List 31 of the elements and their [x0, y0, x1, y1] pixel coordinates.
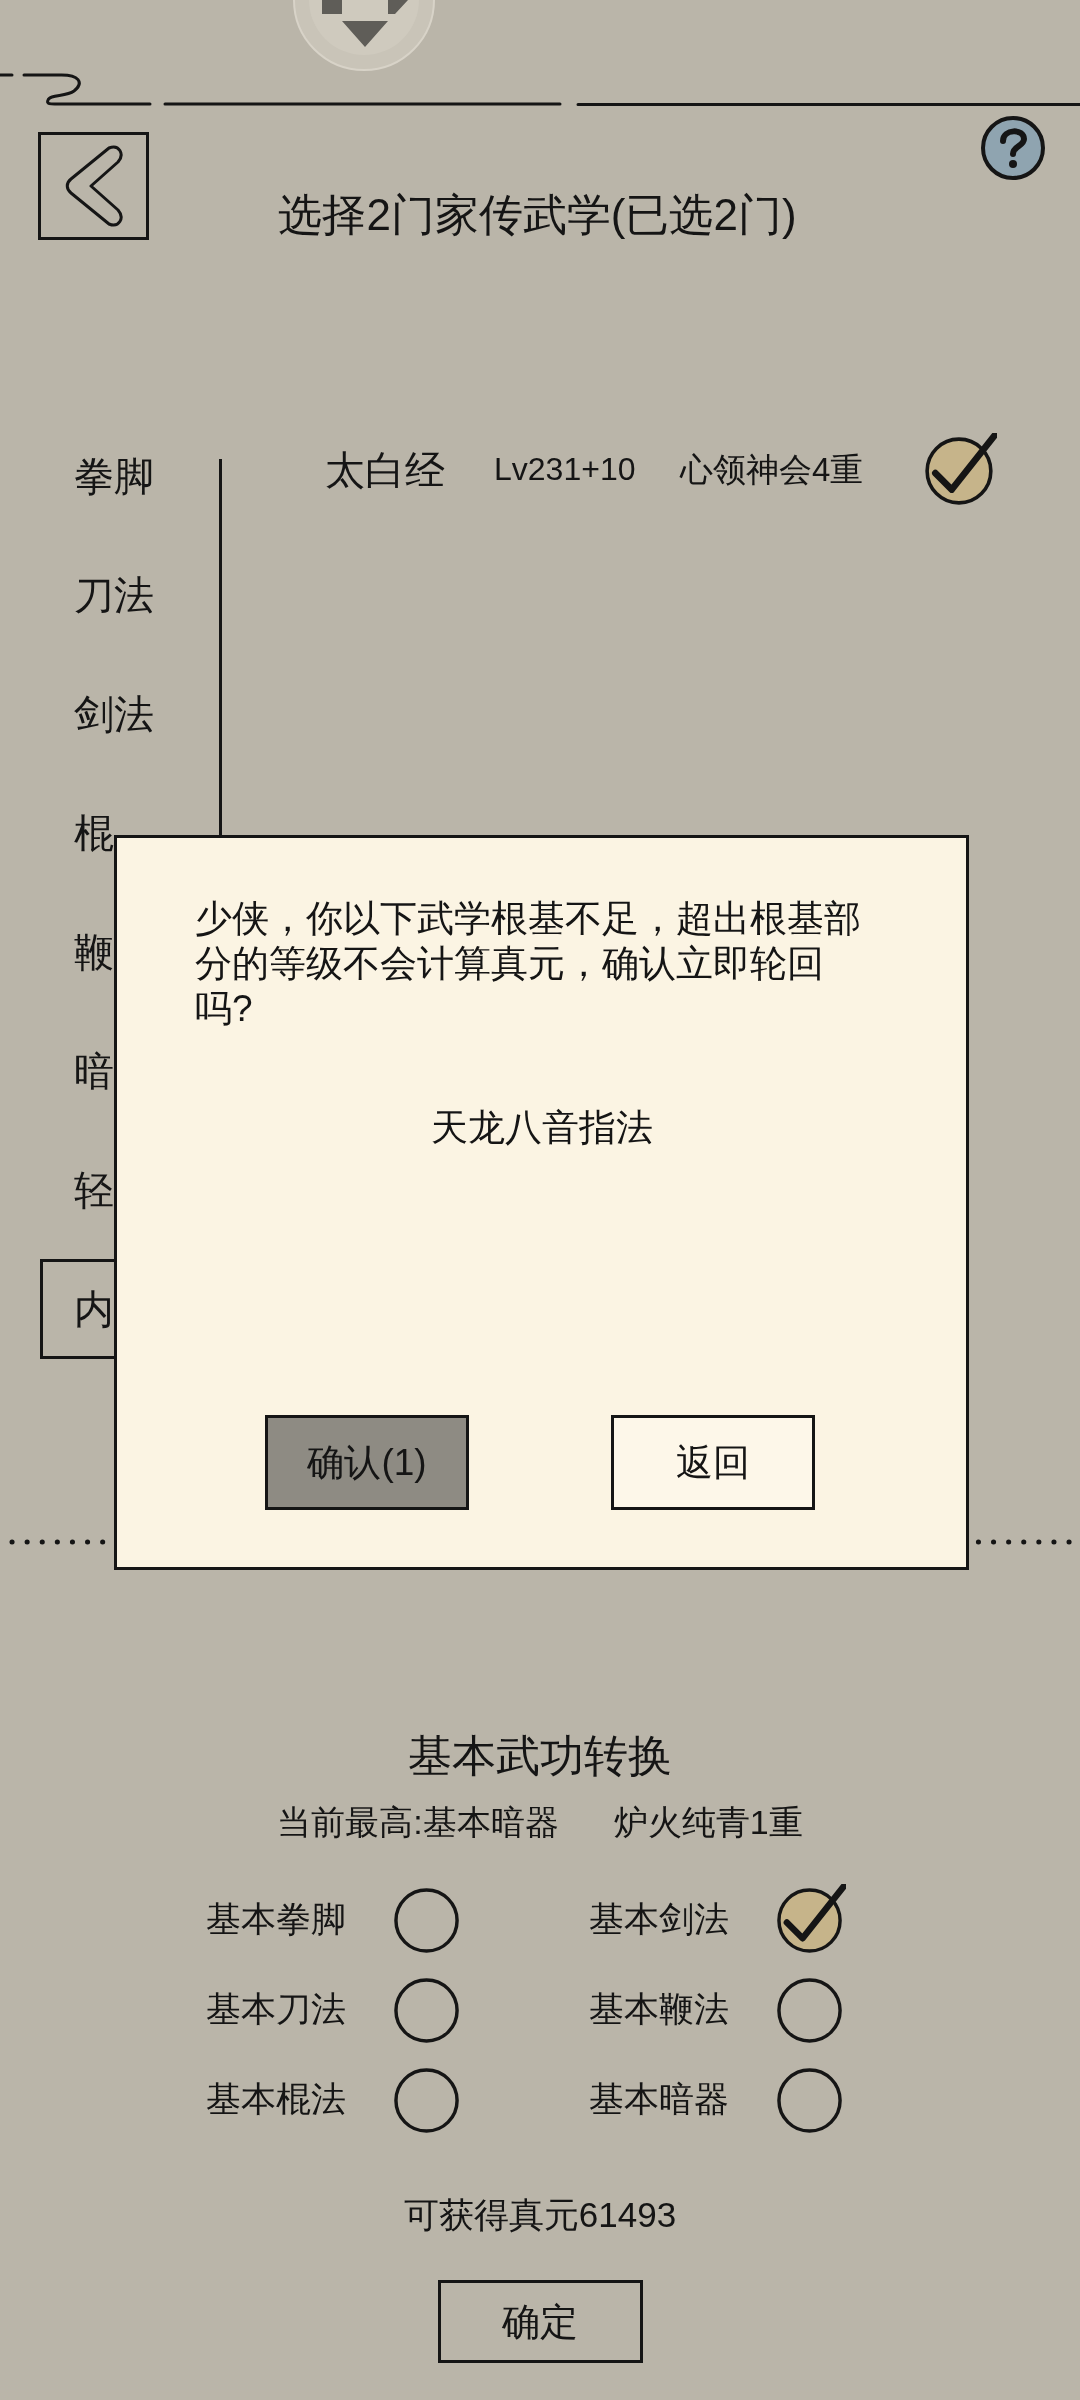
category-tab[interactable]: 棍 — [40, 783, 118, 883]
option-label: 基本刀法 — [206, 1988, 346, 2028]
help-icon[interactable] — [980, 115, 1046, 181]
dialog-message: 少侠，你以下武学根基不足，超出根基部分的等级不会计算真元，确认立即轮回吗? — [195, 897, 862, 1031]
mastery-level: 心领神会4重 — [680, 450, 864, 488]
category-tab[interactable]: 拳脚 — [40, 426, 158, 526]
gain-label: 可获得真元61493 — [403, 2194, 677, 2236]
category-tab[interactable]: 暗 — [40, 1021, 118, 1121]
option-label: 基本拳脚 — [206, 1898, 346, 1938]
checkbox[interactable] — [775, 1883, 846, 1955]
category-tab[interactable]: 剑法 — [40, 664, 158, 764]
rank-label: 炉火纯青1重 — [613, 1802, 803, 1843]
checkbox[interactable] — [923, 433, 997, 507]
skill-name: 天龙八音指法 — [430, 1106, 653, 1150]
option-label: 基本暗器 — [589, 2078, 729, 2118]
current-highest-label: 当前最高:基本暗器 — [277, 1802, 559, 1843]
back-button[interactable] — [38, 132, 149, 240]
section-title: 基本武功转换 — [408, 1730, 672, 1782]
skill-name: 太白经 — [325, 447, 445, 492]
category-tab[interactable]: 刀法 — [40, 545, 158, 645]
option-label: 基本棍法 — [206, 2078, 346, 2118]
dialog-button[interactable]: 返回 — [611, 1415, 815, 1510]
category-tab[interactable]: 鞭 — [40, 902, 118, 1002]
skill-level: Lv231+10 — [494, 451, 636, 487]
category-tab[interactable]: 轻 — [40, 1140, 118, 1240]
confirm-button[interactable]: 确定 — [437, 2280, 643, 2363]
dialog-button[interactable]: 确认(1) — [265, 1415, 469, 1510]
page-title: 选择2门家传武学(已选2门) — [278, 189, 797, 241]
option-label: 基本剑法 — [589, 1898, 729, 1938]
option-label: 基本鞭法 — [589, 1988, 729, 2028]
down-arrow-icon[interactable] — [293, 0, 435, 71]
